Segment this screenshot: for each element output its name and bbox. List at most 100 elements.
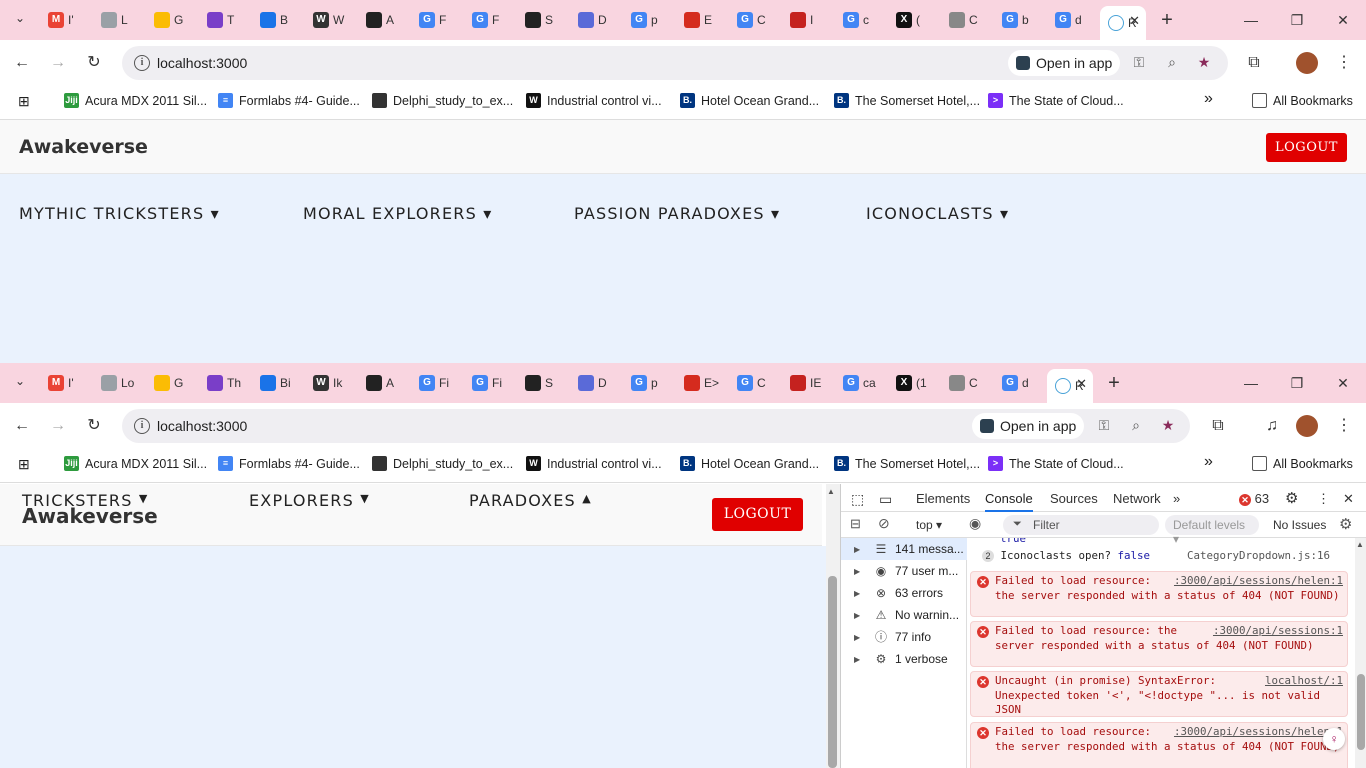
browser-tab[interactable]: WW: [305, 6, 358, 34]
open-in-app-button[interactable]: Open in app: [1008, 50, 1121, 76]
browser-tab[interactable]: Th: [199, 369, 252, 397]
filter-input[interactable]: ⏷ Filter: [1003, 515, 1159, 535]
browser-tab[interactable]: B: [252, 6, 305, 34]
browser-tab[interactable]: GC: [729, 369, 782, 397]
browser-tab[interactable]: GF: [464, 6, 517, 34]
tab-search-chevron-icon[interactable]: ⌄: [10, 374, 30, 392]
bookmark-item[interactable]: W Industrial control vi...: [526, 93, 662, 108]
menu-kebab-icon[interactable]: ⋮: [1332, 414, 1356, 438]
console-sidebar-item[interactable]: ▶ ☰ 141 messa...: [841, 538, 967, 560]
settings-gear-icon[interactable]: ⚙: [1285, 489, 1298, 507]
reload-icon[interactable]: ↻: [82, 51, 106, 75]
bookmark-star-icon[interactable]: ★: [1194, 54, 1214, 72]
browser-tab[interactable]: S: [517, 369, 570, 397]
password-key-icon[interactable]: ⚿: [1094, 417, 1114, 435]
profile-avatar[interactable]: [1296, 52, 1318, 74]
browser-tab[interactable]: D: [570, 369, 623, 397]
browser-tab[interactable]: E: [676, 6, 729, 34]
log-levels-dropdown[interactable]: Default levels ▾: [1165, 515, 1259, 546]
scroll-up-icon[interactable]: ▲: [827, 487, 835, 496]
zoom-icon[interactable]: ⌕: [1162, 54, 1182, 72]
close-tab-icon[interactable]: ✕: [1129, 13, 1140, 29]
bookmark-item[interactable]: B. Hotel Ocean Grand...: [680, 456, 819, 471]
reload-icon[interactable]: ↻: [82, 414, 106, 438]
bookmark-item[interactable]: Jiji Acura MDX 2011 Sil...: [64, 93, 207, 108]
browser-tab[interactable]: X(: [888, 6, 941, 34]
issues-count[interactable]: No Issues: [1273, 518, 1326, 532]
bookmark-item[interactable]: B. The Somerset Hotel,...: [834, 93, 980, 108]
browser-tab-active[interactable]: R ✕: [1100, 6, 1146, 40]
category-explorers-wrapped[interactable]: EXPLORERS ▼: [249, 491, 370, 510]
console-sidebar-item[interactable]: ▶ ◉ 77 user m...: [841, 560, 967, 582]
browser-tab[interactable]: A: [358, 6, 411, 34]
bookmark-item[interactable]: B. The Somerset Hotel,...: [834, 456, 980, 471]
apps-grid-icon[interactable]: ⊞: [18, 93, 30, 110]
browser-tab[interactable]: G Fi: [464, 369, 517, 397]
bookmark-item[interactable]: B. Hotel Ocean Grand...: [680, 93, 819, 108]
browser-tab[interactable]: S: [517, 6, 570, 34]
logout-button[interactable]: LOGOUT: [1266, 133, 1347, 162]
browser-tab[interactable]: M I': [40, 6, 93, 34]
forward-arrow-icon[interactable]: →: [46, 414, 70, 438]
open-in-app-button[interactable]: Open in app: [972, 413, 1085, 439]
forward-arrow-icon[interactable]: →: [46, 51, 70, 75]
all-bookmarks[interactable]: All Bookmarks: [1252, 93, 1353, 108]
browser-tab[interactable]: A: [358, 369, 411, 397]
clear-console-icon[interactable]: ⊘: [878, 515, 890, 532]
browser-tab[interactable]: Lo: [93, 369, 146, 397]
bookmark-star-icon[interactable]: ★: [1158, 417, 1178, 435]
expand-arrow-icon[interactable]: ▶: [854, 611, 868, 620]
browser-tab[interactable]: E>: [676, 369, 729, 397]
sidebar-toggle-icon[interactable]: ⊟: [850, 516, 861, 532]
expand-arrow-icon[interactable]: ▶: [854, 567, 868, 576]
browser-tab[interactable]: W Ik: [305, 369, 358, 397]
back-arrow-icon[interactable]: ←: [10, 414, 34, 438]
live-expression-eye-icon[interactable]: ◉: [969, 515, 981, 532]
category-mythic-tricksters[interactable]: MYTHIC TRICKSTERS ▾: [19, 204, 220, 223]
console-sidebar-item[interactable]: ▶ ⚙ 1 verbose: [841, 648, 967, 670]
site-info-icon[interactable]: i: [134, 418, 150, 434]
browser-tab[interactable]: T: [199, 6, 252, 34]
browser-tab[interactable]: G Fi: [411, 369, 464, 397]
address-bar[interactable]: i localhost:3000 Open in app ⚿ ⌕ ★: [122, 46, 1228, 80]
console-sidebar-item[interactable]: ▶ ⚠ No warnin...: [841, 604, 967, 626]
bookmark-item[interactable]: > The State of Cloud...: [988, 456, 1124, 471]
bookmark-item[interactable]: ≡ Formlabs #4- Guide...: [218, 456, 360, 471]
all-bookmarks[interactable]: All Bookmarks: [1252, 456, 1353, 471]
expand-arrow-icon[interactable]: ▶: [854, 633, 868, 642]
restore-icon[interactable]: ❐: [1274, 363, 1320, 403]
expand-arrow-icon[interactable]: ▶: [854, 655, 868, 664]
category-iconoclasts[interactable]: ICONOCLASTS ▾: [866, 204, 1009, 223]
logout-button[interactable]: LOGOUT: [712, 498, 803, 531]
close-tab-icon[interactable]: ✕: [1076, 376, 1087, 392]
app-logo[interactable]: Awakeverse: [19, 136, 148, 158]
category-passion-paradoxes[interactable]: PASSION PARADOXES ▾: [574, 204, 780, 223]
device-toolbar-icon[interactable]: ▭: [879, 491, 892, 508]
browser-tab[interactable]: Gp: [623, 369, 676, 397]
tab-console[interactable]: Console: [985, 491, 1033, 512]
bookmarks-more-icon[interactable]: »: [1204, 90, 1213, 108]
apps-grid-icon[interactable]: ⊞: [18, 456, 30, 473]
browser-tab[interactable]: Gp: [623, 6, 676, 34]
minimize-icon[interactable]: —: [1228, 363, 1274, 403]
log-source-link[interactable]: CategoryDropdown.js:16: [1187, 549, 1330, 562]
browser-tab[interactable]: G: [146, 369, 199, 397]
tab-search-chevron-icon[interactable]: ⌄: [10, 11, 30, 29]
error-count-badge[interactable]: ✕ 63: [1239, 491, 1269, 506]
browser-tab[interactable]: GF: [411, 6, 464, 34]
extensions-icon[interactable]: ⧉: [1242, 51, 1266, 75]
context-selector[interactable]: top ▾: [916, 518, 942, 532]
browser-tab[interactable]: IE: [782, 369, 835, 397]
console-sidebar-item[interactable]: ▶ ⓘ 77 info: [841, 626, 967, 648]
error-source-link[interactable]: :3000/api/sessions/helen:1: [1174, 725, 1343, 740]
menu-kebab-icon[interactable]: ⋮: [1332, 51, 1356, 75]
browser-tab[interactable]: GC: [729, 6, 782, 34]
bookmark-item[interactable]: ≡ Formlabs #4- Guide...: [218, 93, 360, 108]
error-source-link[interactable]: :3000/api/sessions/helen:1: [1174, 574, 1343, 589]
console-settings-icon[interactable]: ⚙: [1339, 515, 1352, 533]
browser-tab[interactable]: C: [941, 369, 994, 397]
ai-assistance-icon[interactable]: ♀: [1323, 728, 1345, 750]
new-tab-icon[interactable]: +: [1099, 369, 1129, 397]
browser-tab[interactable]: D: [570, 6, 623, 34]
browser-tab[interactable]: X (1: [888, 369, 941, 397]
